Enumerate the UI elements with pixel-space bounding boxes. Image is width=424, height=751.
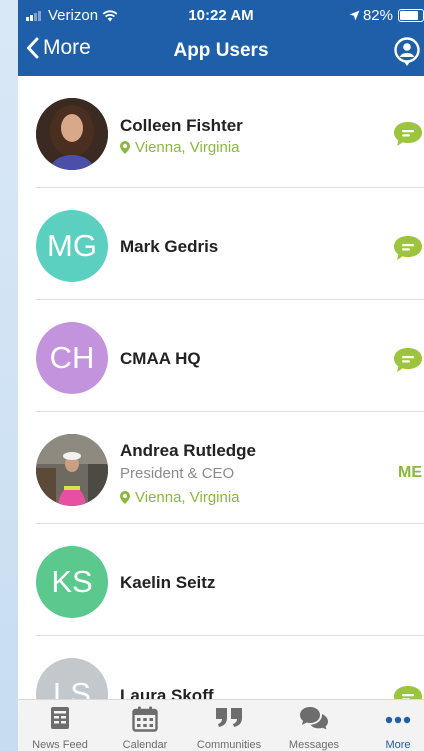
map-pin-icon [120, 491, 130, 504]
avatar-initials: CH [49, 340, 95, 375]
avatar: MG [36, 210, 108, 282]
battery-percent: 82% [362, 7, 393, 24]
tab-label: Calendar [122, 739, 168, 751]
status-bar: Verizon 10:22 AM 82% [18, 0, 424, 30]
map-pin-icon [120, 141, 130, 154]
quote-icon [216, 708, 242, 727]
avatar-initials: MG [47, 228, 97, 263]
tab-label: News Feed [32, 739, 88, 751]
list-item[interactable]: MG Mark Gedris [18, 188, 424, 300]
tab-label: Communities [196, 739, 262, 751]
user-name: Colleen Fishter [120, 116, 243, 135]
avatar: CH [36, 322, 108, 394]
location-text: Vienna, Virginia [135, 139, 240, 156]
message-button[interactable] [392, 234, 424, 262]
avatar: KS [36, 546, 108, 618]
avatar-photo [36, 98, 108, 170]
news-feed-icon [51, 707, 69, 729]
background-panel [0, 0, 18, 751]
tab-more[interactable]: More [358, 700, 424, 751]
user-location: Vienna, Virginia [120, 489, 240, 506]
more-dots-icon [385, 716, 411, 724]
calendar-icon [132, 706, 158, 732]
app-header: Verizon 10:22 AM 82% More App Users [18, 0, 424, 76]
tab-communities[interactable]: Communities [189, 700, 269, 751]
phone-screen: Verizon 10:22 AM 82% More App Users Coll… [18, 0, 424, 751]
battery-icon [398, 9, 424, 22]
user-title: President & CEO [120, 465, 235, 482]
list-item[interactable]: KS Kaelin Seitz [18, 524, 424, 636]
status-right: 82% [349, 7, 424, 24]
user-location: Vienna, Virginia [120, 139, 240, 156]
tab-label: More [385, 739, 411, 751]
tab-bar: News Feed Calendar Communities Messages … [18, 699, 424, 751]
location-text: Vienna, Virginia [135, 489, 240, 506]
chat-icon [394, 122, 422, 146]
user-name: Andrea Rutledge [120, 441, 257, 460]
user-name: Kaelin Seitz [120, 573, 216, 592]
avatar-photo [36, 434, 108, 506]
list-item[interactable]: Andrea Rutledge President & CEO Vienna, … [18, 412, 424, 524]
avatar [36, 98, 108, 170]
page-title: App Users [173, 40, 269, 61]
message-button[interactable] [392, 346, 424, 374]
list-item[interactable]: Colleen Fishter Vienna, Virginia [18, 76, 424, 188]
me-label: ME [398, 464, 422, 481]
message-button[interactable] [392, 120, 424, 148]
tab-label: Messages [288, 739, 340, 751]
location-arrow-icon [349, 10, 360, 21]
user-name: CMAA HQ [120, 349, 201, 368]
avatar-initials: KS [51, 564, 93, 599]
chat-icon [394, 236, 422, 260]
tab-news-feed[interactable]: News Feed [20, 700, 100, 751]
tab-calendar[interactable]: Calendar [105, 700, 185, 751]
chat-bubbles-icon [300, 707, 328, 730]
tab-messages[interactable]: Messages [274, 700, 354, 751]
user-profile-icon [394, 37, 420, 66]
profile-button[interactable] [394, 37, 420, 72]
user-name: Mark Gedris [120, 237, 219, 256]
list-item[interactable]: CH CMAA HQ [18, 300, 424, 412]
chat-icon [394, 348, 422, 372]
avatar [36, 434, 108, 506]
